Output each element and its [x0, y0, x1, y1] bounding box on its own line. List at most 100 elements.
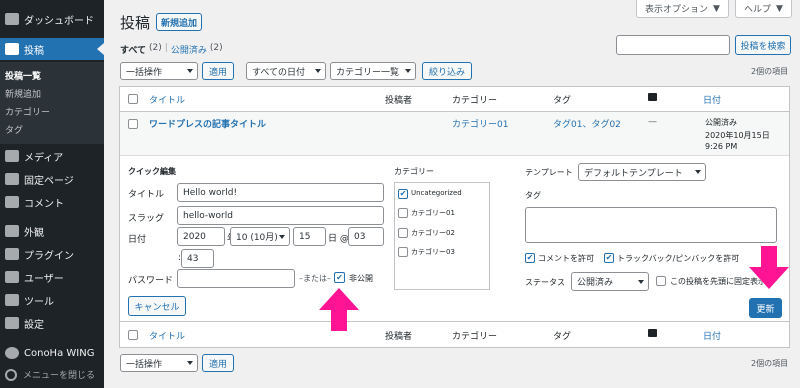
chevron-down-icon — [315, 69, 321, 73]
bulk-action-select[interactable]: 一括操作 — [120, 62, 198, 80]
chevron-down-icon — [187, 361, 193, 365]
minute-input[interactable]: 43 — [181, 249, 214, 268]
sidebar-item-conoha[interactable]: ConoHa WING — [0, 342, 104, 364]
categories-label: カテゴリー — [394, 167, 434, 176]
sidebar-item-pages[interactable]: 固定ページ — [0, 168, 104, 190]
search-posts-button[interactable]: 投稿を検索 — [735, 35, 791, 55]
select-all-checkbox[interactable] — [128, 94, 138, 104]
chevron-down-icon — [187, 69, 193, 73]
day-input[interactable]: 15 — [293, 227, 326, 246]
caret-down-icon: ▼ — [713, 3, 720, 14]
day-unit: 日 @ — [328, 234, 349, 244]
column-categories-footer: カテゴリー — [452, 332, 498, 342]
slug-label: スラッグ — [128, 214, 165, 224]
brush-icon — [5, 225, 19, 237]
bulk-action-select-bottom[interactable]: 一括操作 — [120, 354, 198, 372]
help-button[interactable]: ヘルプ ▼ — [735, 0, 792, 18]
submenu-categories[interactable]: カテゴリー — [0, 102, 104, 120]
cancel-button[interactable]: キャンセル — [128, 296, 186, 316]
status-label: ステータス — [525, 278, 565, 287]
status-value: 公開済み — [577, 278, 614, 288]
status-select[interactable]: 公開済み — [571, 272, 649, 291]
allow-comments-checkbox[interactable]: ✔ — [525, 253, 535, 263]
collapse-menu-button[interactable]: メニューを閉じる — [5, 368, 95, 381]
hour-input[interactable]: 03 — [348, 227, 384, 246]
sidebar-item-label: ダッシュボード — [24, 15, 94, 27]
submenu-add-new[interactable]: 新規追加 — [0, 84, 104, 102]
dashboard-icon — [5, 13, 19, 25]
category-checkbox[interactable] — [398, 247, 408, 257]
column-date-footer[interactable]: 日付 — [703, 329, 721, 342]
quick-edit-heading: クイック編集 — [128, 167, 176, 176]
private-checkbox[interactable]: ✔ — [334, 272, 345, 283]
admin-sidebar: ダッシュボード 投稿 投稿一覧 新規追加 カテゴリー タグ メディア 固定ページ… — [0, 0, 104, 388]
sidebar-item-media[interactable]: メディア — [0, 145, 104, 167]
sidebar-item-plugins[interactable]: プラグイン — [0, 243, 104, 265]
or-text: –または– — [299, 274, 331, 283]
allow-pings-label: トラックバック/ピンバックを許可 — [617, 254, 740, 263]
search-input[interactable] — [616, 35, 730, 55]
post-title-link[interactable]: ワードプレスの記事タイトル — [149, 117, 266, 130]
collapse-label: メニューを閉じる — [23, 371, 96, 381]
post-category-link[interactable]: カテゴリー01 — [452, 117, 508, 130]
conoha-icon — [5, 347, 19, 359]
column-author-footer: 投稿者 — [385, 332, 413, 342]
column-categories: カテゴリー — [452, 96, 498, 106]
filter-published[interactable]: 公開済み — [171, 43, 207, 56]
filter-all-count: (2) — [149, 43, 162, 53]
user-icon — [5, 271, 19, 283]
date-filter-select[interactable]: すべての日付 — [246, 62, 326, 80]
column-author: 投稿者 — [385, 96, 413, 106]
column-title[interactable]: タイトル — [149, 93, 185, 106]
table-row: ワードプレスの記事タイトル カテゴリー01 タグ01、タグ02 — 公開済み 2… — [120, 112, 789, 155]
sidebar-item-dashboard[interactable]: ダッシュボード — [0, 8, 104, 30]
pin-icon — [5, 43, 19, 55]
submenu-tags[interactable]: タグ — [0, 120, 104, 138]
sidebar-item-users[interactable]: ユーザー — [0, 266, 104, 288]
sidebar-item-comments[interactable]: コメント — [0, 191, 104, 213]
filter-all[interactable]: すべて — [120, 43, 146, 56]
column-date[interactable]: 日付 — [703, 93, 721, 106]
category-checkbox-checked[interactable]: ✔ — [398, 189, 408, 199]
allow-pings-checkbox[interactable]: ✔ — [604, 253, 614, 263]
media-icon — [5, 150, 19, 162]
password-input[interactable] — [177, 269, 295, 288]
chevron-down-icon — [695, 170, 701, 174]
sidebar-item-settings[interactable]: 設定 — [0, 312, 104, 334]
slug-input[interactable]: hello-world — [177, 206, 384, 225]
row-checkbox[interactable] — [128, 119, 138, 129]
tags-textarea[interactable] — [525, 207, 777, 243]
column-title-footer[interactable]: タイトル — [149, 329, 185, 342]
filter-button[interactable]: 絞り込み — [422, 62, 472, 80]
screen-options-button[interactable]: 表示オプション ▼ — [636, 0, 729, 18]
category-checkbox[interactable] — [398, 208, 408, 218]
post-comments: — — [648, 117, 657, 127]
apply-button-bottom[interactable]: 適用 — [202, 354, 234, 372]
apply-button[interactable]: 適用 — [202, 62, 234, 80]
pink-arrow-up-icon — [319, 288, 359, 331]
template-label: テンプレート — [525, 168, 573, 177]
select-all-checkbox-footer[interactable] — [128, 330, 138, 340]
page-title: 投稿 — [120, 14, 151, 32]
page-icon — [5, 173, 19, 185]
category-filter-select[interactable]: カテゴリー一覧 — [330, 62, 416, 80]
comment-bubble-icon — [648, 329, 657, 337]
year-input[interactable]: 2020 — [177, 227, 225, 246]
post-tags-link[interactable]: タグ01、タグ02 — [553, 117, 621, 130]
plugin-icon — [5, 248, 19, 260]
category-checkbox[interactable] — [398, 228, 408, 238]
sidebar-item-tools[interactable]: ツール — [0, 289, 104, 311]
template-select[interactable]: デフォルトテンプレート — [578, 163, 706, 181]
sticky-checkbox[interactable] — [656, 276, 666, 286]
sidebar-item-posts[interactable]: 投稿 — [0, 38, 104, 60]
add-new-button[interactable]: 新規追加 — [156, 13, 202, 31]
template-value: デフォルトテンプレート — [584, 168, 683, 179]
wrench-icon — [5, 294, 19, 306]
sidebar-item-appearance[interactable]: 外観 — [0, 220, 104, 242]
category-name: カテゴリー01 — [411, 209, 455, 217]
update-button[interactable]: 更新 — [749, 298, 782, 318]
sidebar-item-label: 投稿 — [24, 45, 44, 57]
submenu-all-posts[interactable]: 投稿一覧 — [0, 66, 104, 84]
title-input[interactable]: Hello world! — [177, 183, 384, 202]
month-select[interactable]: 10 (10月) — [230, 227, 290, 246]
